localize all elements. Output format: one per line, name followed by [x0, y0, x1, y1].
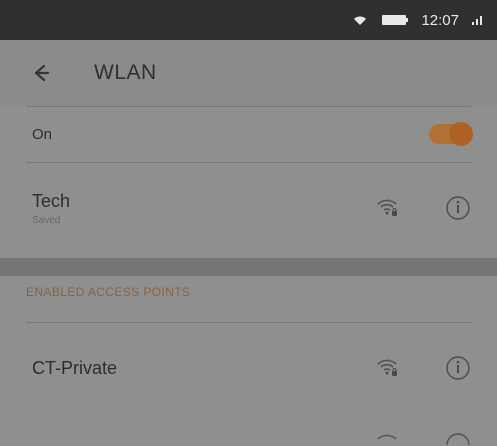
wifi-icon	[351, 13, 369, 27]
network-name: Tech	[32, 191, 71, 211]
back-arrow-icon	[34, 64, 50, 82]
status-time: 12:07	[421, 11, 459, 29]
network-status: Saved	[32, 215, 61, 226]
wlan-toggle-label: On	[32, 125, 53, 143]
switch-knob	[449, 122, 473, 146]
section-divider	[26, 322, 471, 323]
status-bar: 12:07	[0, 0, 497, 40]
page-title: WLAN	[94, 61, 157, 84]
app-header: WLAN	[0, 40, 497, 106]
info-icon[interactable]	[445, 355, 471, 381]
network-actions	[375, 355, 471, 381]
signal-icon	[471, 14, 483, 26]
network-row-ct-private[interactable]: CT-Private	[0, 330, 497, 406]
partial-wifi-icon	[375, 430, 399, 446]
wifi-locked-icon	[375, 197, 399, 219]
toggle-divider	[26, 162, 471, 163]
section-header: ENABLED ACCESS POINTS	[26, 285, 191, 299]
battery-icon	[381, 13, 409, 27]
network-text: CT-Private	[32, 357, 117, 379]
partial-network-row[interactable]	[0, 430, 497, 446]
connected-network-actions	[375, 195, 471, 221]
info-icon[interactable]	[445, 195, 471, 221]
wifi-locked-icon	[375, 357, 399, 379]
connected-network-row[interactable]: Tech Saved	[0, 170, 497, 246]
connected-network-text: Tech Saved	[32, 190, 70, 226]
network-name: CT-Private	[32, 358, 118, 378]
partial-info-icon[interactable]	[445, 430, 471, 446]
back-button[interactable]	[26, 59, 54, 87]
wlan-switch[interactable]	[429, 122, 473, 146]
section-gap	[0, 258, 497, 276]
wlan-toggle-row[interactable]: On	[0, 106, 497, 162]
